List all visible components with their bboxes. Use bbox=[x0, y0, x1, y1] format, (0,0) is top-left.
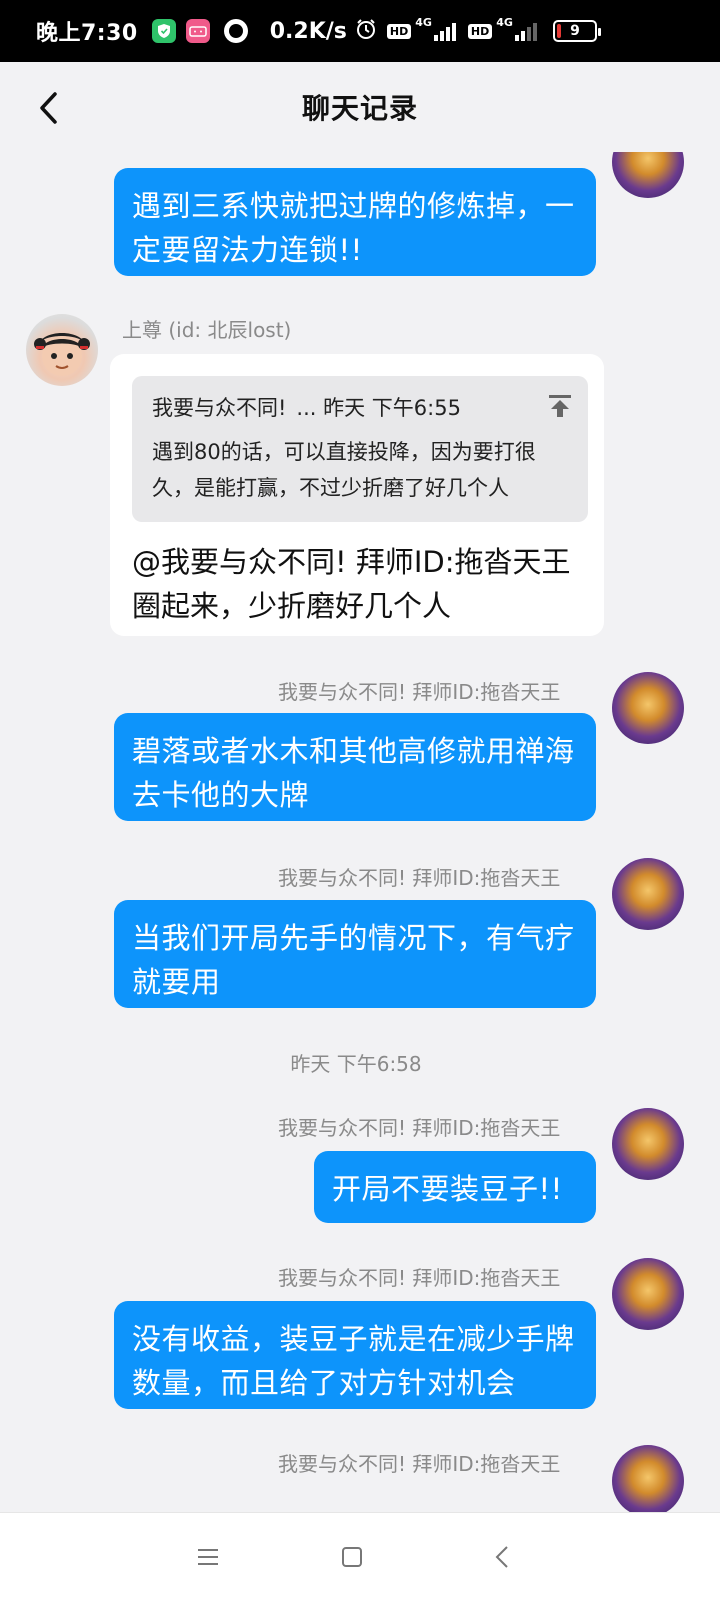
arrow-up-top-icon[interactable] bbox=[548, 394, 572, 422]
message-bubble[interactable]: 没有收益，装豆子就是在减少手牌数量，而且给了对方针对机会 bbox=[114, 1301, 596, 1409]
square-home-icon bbox=[342, 1547, 362, 1567]
avatar[interactable] bbox=[612, 858, 684, 930]
message-bubble[interactable]: 当我们开局先手的情况下，有气疗就要用 bbox=[114, 900, 596, 1008]
hd-label-2: HD bbox=[467, 23, 493, 39]
avatar[interactable] bbox=[612, 672, 684, 744]
hd-label: HD bbox=[386, 23, 412, 39]
battery-level: 9 bbox=[570, 23, 580, 39]
status-time: 晚上7:30 bbox=[36, 21, 138, 46]
timestamp: 昨天 下午6:58 bbox=[290, 1052, 422, 1076]
signal-icon-2 bbox=[514, 21, 537, 41]
page-title: 聊天记录 bbox=[301, 92, 418, 125]
network-type: 4G bbox=[415, 16, 432, 29]
sender-name: 我要与众不同! 拜师ID:拖沓天王 bbox=[278, 680, 561, 704]
home-button[interactable] bbox=[332, 1537, 372, 1577]
avatar[interactable] bbox=[612, 1445, 684, 1512]
avatar[interactable] bbox=[26, 314, 98, 386]
sender-name: 我要与众不同! 拜师ID:拖沓天王 bbox=[278, 866, 561, 890]
avatar[interactable] bbox=[612, 1258, 684, 1330]
avatar[interactable] bbox=[612, 1108, 684, 1180]
net-speed: 0.2K/s bbox=[269, 18, 347, 44]
header: 聊天记录 bbox=[0, 62, 720, 152]
shield-app-icon bbox=[151, 19, 176, 43]
circle-app-icon bbox=[223, 19, 248, 43]
quote-header: 我要与众不同! ... 昨天 下午6:55 bbox=[152, 392, 568, 422]
sender-name: 我要与众不同! 拜师ID:拖沓天王 bbox=[278, 1116, 561, 1140]
menu-icon bbox=[198, 1549, 218, 1565]
chevron-left-icon bbox=[40, 92, 57, 124]
avatar[interactable] bbox=[612, 152, 684, 198]
sender-name: 我要与众不同! 拜师ID:拖沓天王 bbox=[278, 1452, 561, 1476]
quoted-message[interactable]: 我要与众不同! ... 昨天 下午6:55 遇到80的话，可以直接投降，因为要打… bbox=[132, 376, 588, 522]
message-bubble[interactable]: 遇到三系快就把过牌的修炼掉，一定要留法力连锁!! bbox=[114, 168, 596, 276]
quote-text: 遇到80的话，可以直接投降，因为要打很久，是能打赢，不过少折磨了好几个人 bbox=[152, 440, 536, 500]
message-bubble[interactable]: 我要与众不同! ... 昨天 下午6:55 遇到80的话，可以直接投降，因为要打… bbox=[110, 354, 604, 636]
navigation-bar bbox=[0, 1512, 720, 1600]
status-bar: 晚上7:30 0.2K/s HD 4G HD 4G 9 bbox=[0, 0, 720, 62]
back-button[interactable] bbox=[24, 84, 72, 132]
chat-history[interactable]: 遇到三系快就把过牌的修炼掉，一定要留法力连锁!! 上尊 (id: 北辰lost)… bbox=[0, 152, 720, 1512]
network-type-2: 4G bbox=[496, 16, 513, 29]
sender-name: 上尊 (id: 北辰lost) bbox=[122, 318, 292, 342]
avatar-image bbox=[34, 333, 90, 376]
signal-icon bbox=[433, 21, 456, 41]
battery-icon: 9 bbox=[552, 20, 601, 42]
message-text: @我要与众不同! 拜师ID:拖沓天王 圈起来，少折磨好几个人 bbox=[132, 545, 571, 623]
triangle-back-icon bbox=[495, 1546, 508, 1568]
message-bubble[interactable]: 开局不要装豆子!! bbox=[314, 1151, 596, 1223]
menu-button[interactable] bbox=[188, 1537, 228, 1577]
quote-author: 我要与众不同! bbox=[152, 396, 287, 420]
message-bubble[interactable]: 碧落或者水木和其他高修就用禅海去卡他的大牌 bbox=[114, 713, 596, 821]
bilibili-app-icon bbox=[185, 19, 210, 43]
nav-back-button[interactable] bbox=[482, 1537, 522, 1577]
sender-name: 我要与众不同! 拜师ID:拖沓天王 bbox=[278, 1266, 561, 1290]
quote-time: ... 昨天 下午6:55 bbox=[296, 396, 461, 420]
alarm-icon bbox=[355, 18, 377, 45]
